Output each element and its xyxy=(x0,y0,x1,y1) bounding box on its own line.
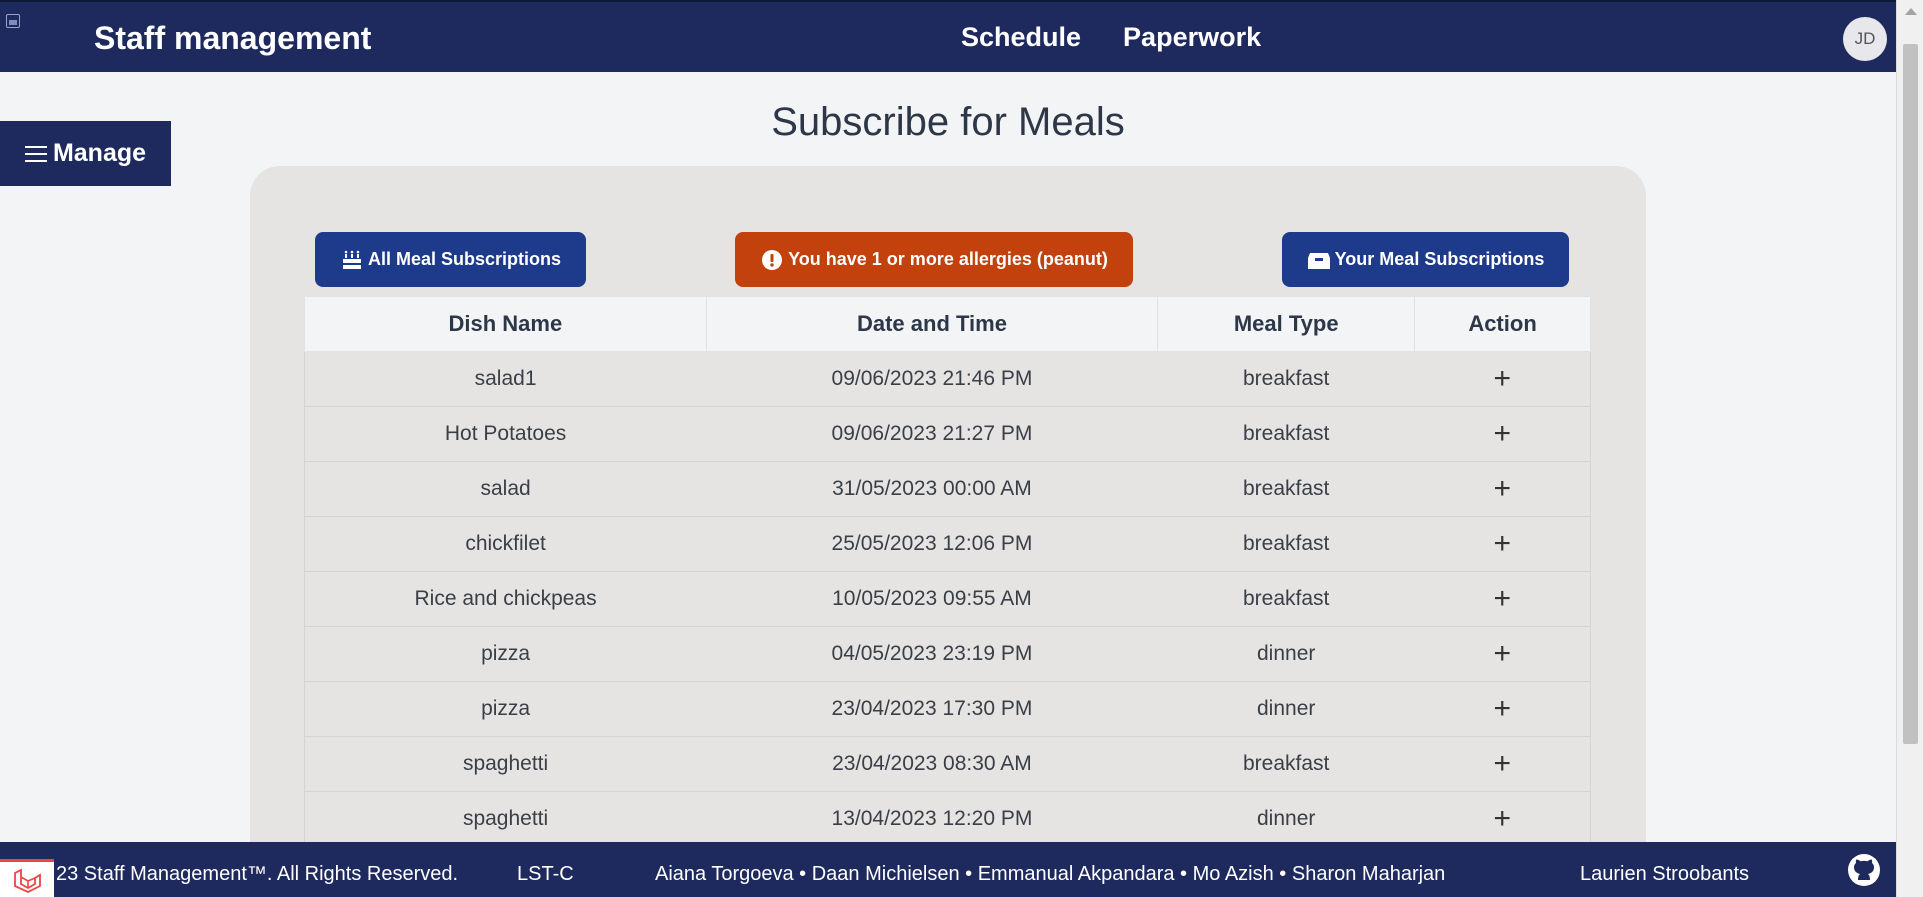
dish-name-cell: pizza xyxy=(304,681,707,737)
add-subscription-plus-icon[interactable]: + xyxy=(1494,692,1512,725)
add-subscription-plus-icon[interactable]: + xyxy=(1494,362,1512,395)
scrollbar[interactable] xyxy=(1896,0,1923,897)
meal-type-cell: breakfast xyxy=(1157,736,1415,792)
date-time-cell: 23/04/2023 17:30 PM xyxy=(706,681,1158,737)
dish-name-cell: pizza xyxy=(304,626,707,682)
cake-icon xyxy=(340,248,364,272)
meal-type-cell: breakfast xyxy=(1157,351,1415,407)
meal-type-cell: breakfast xyxy=(1157,571,1415,627)
dish-name-cell: Hot Potatoes xyxy=(304,406,707,462)
header-date-time: Date and Time xyxy=(705,296,1159,352)
header-dish-name: Dish Name xyxy=(304,296,707,352)
dish-name-cell: salad1 xyxy=(304,351,707,407)
meal-type-cell: dinner xyxy=(1157,791,1415,847)
add-subscription-plus-icon[interactable]: + xyxy=(1494,582,1512,615)
meals-table: Dish Name Date and Time Meal Type Action… xyxy=(304,296,1591,847)
scroll-thumb[interactable] xyxy=(1903,44,1918,744)
table-row: Hot Potatoes 09/06/2023 21:27 PM breakfa… xyxy=(304,406,1591,462)
dish-name-cell: spaghetti xyxy=(304,736,707,792)
meal-type-cell: dinner xyxy=(1157,626,1415,682)
laravel-logo-icon xyxy=(0,859,54,897)
your-meal-subscriptions-label: Your Meal Subscriptions xyxy=(1334,249,1545,269)
dish-name-cell: Rice and chickpeas xyxy=(304,571,707,627)
meal-type-cell: breakfast xyxy=(1157,516,1415,572)
date-time-cell: 09/06/2023 21:27 PM xyxy=(706,406,1158,462)
broken-logo-image xyxy=(6,14,76,38)
table-row: salad1 09/06/2023 21:46 PM breakfast + xyxy=(304,351,1591,407)
date-time-cell: 04/05/2023 23:19 PM xyxy=(706,626,1158,682)
exclamation-circle-icon xyxy=(760,248,784,272)
table-row: pizza 23/04/2023 17:30 PM dinner + xyxy=(304,681,1591,737)
all-meal-subscriptions-button[interactable]: All Meal Subscriptions xyxy=(315,232,586,287)
nav-paperwork[interactable]: Paperwork xyxy=(1123,22,1261,53)
date-time-cell: 23/04/2023 08:30 AM xyxy=(706,736,1158,792)
date-time-cell: 13/04/2023 12:20 PM xyxy=(706,791,1158,847)
header-meal-type: Meal Type xyxy=(1157,296,1416,352)
page-title: Subscribe for Meals xyxy=(771,100,1125,144)
date-time-cell: 25/05/2023 12:06 PM xyxy=(706,516,1158,572)
add-subscription-plus-icon[interactable]: + xyxy=(1494,747,1512,780)
footer-authors: Aiana Torgoeva • Daan Michielsen • Emman… xyxy=(655,863,1446,885)
table-row: pizza 04/05/2023 23:19 PM dinner + xyxy=(304,626,1591,682)
inbox-icon xyxy=(1307,248,1331,272)
top-navbar: Staff management Schedule Paperwork JD xyxy=(0,0,1896,72)
your-meal-subscriptions-button[interactable]: Your Meal Subscriptions xyxy=(1282,232,1569,287)
footer-code: LST-C xyxy=(517,863,574,885)
header-action: Action xyxy=(1414,296,1591,352)
date-time-cell: 31/05/2023 00:00 AM xyxy=(706,461,1158,517)
nav-schedule[interactable]: Schedule xyxy=(961,22,1081,53)
main-nav: Schedule Paperwork xyxy=(961,22,1261,53)
date-time-cell: 10/05/2023 09:55 AM xyxy=(706,571,1158,627)
date-time-cell: 09/06/2023 21:46 PM xyxy=(706,351,1158,407)
table-row: spaghetti 13/04/2023 12:20 PM dinner + xyxy=(304,791,1591,847)
app-title: Staff management xyxy=(94,20,372,56)
meal-type-cell: breakfast xyxy=(1157,461,1415,517)
add-subscription-plus-icon[interactable]: + xyxy=(1494,802,1512,835)
table-row: salad 31/05/2023 00:00 AM breakfast + xyxy=(304,461,1591,517)
add-subscription-plus-icon[interactable]: + xyxy=(1494,527,1512,560)
add-subscription-plus-icon[interactable]: + xyxy=(1494,637,1512,670)
table-row: Rice and chickpeas 10/05/2023 09:55 AM b… xyxy=(304,571,1591,627)
hamburger-icon xyxy=(24,145,47,163)
avatar[interactable]: JD xyxy=(1843,17,1887,61)
dish-name-cell: salad xyxy=(304,461,707,517)
scroll-up-arrow-icon[interactable] xyxy=(1905,8,1917,15)
dish-name-cell: chickfilet xyxy=(304,516,707,572)
table-header-row: Dish Name Date and Time Meal Type Action xyxy=(304,296,1591,352)
footer-copyright: 23 Staff Management™. All Rights Reserve… xyxy=(56,863,459,885)
table-row: spaghetti 23/04/2023 08:30 AM breakfast … xyxy=(304,736,1591,792)
all-meal-subscriptions-label: All Meal Subscriptions xyxy=(367,249,562,269)
add-subscription-plus-icon[interactable]: + xyxy=(1494,472,1512,505)
footer-extra-author: Laurien Stroobants xyxy=(1580,863,1750,885)
footer: 23 Staff Management™. All Rights Reserve… xyxy=(0,842,1896,897)
add-subscription-plus-icon[interactable]: + xyxy=(1494,417,1512,450)
meal-type-cell: breakfast xyxy=(1157,406,1415,462)
github-icon[interactable] xyxy=(1847,853,1881,887)
allergy-warning-button[interactable]: You have 1 or more allergies (peanut) xyxy=(735,232,1133,287)
meal-type-cell: dinner xyxy=(1157,681,1415,737)
dish-name-cell: spaghetti xyxy=(304,791,707,847)
allergy-warning-label: You have 1 or more allergies (peanut) xyxy=(788,249,1108,269)
table-row: chickfilet 25/05/2023 12:06 PM breakfast… xyxy=(304,516,1591,572)
